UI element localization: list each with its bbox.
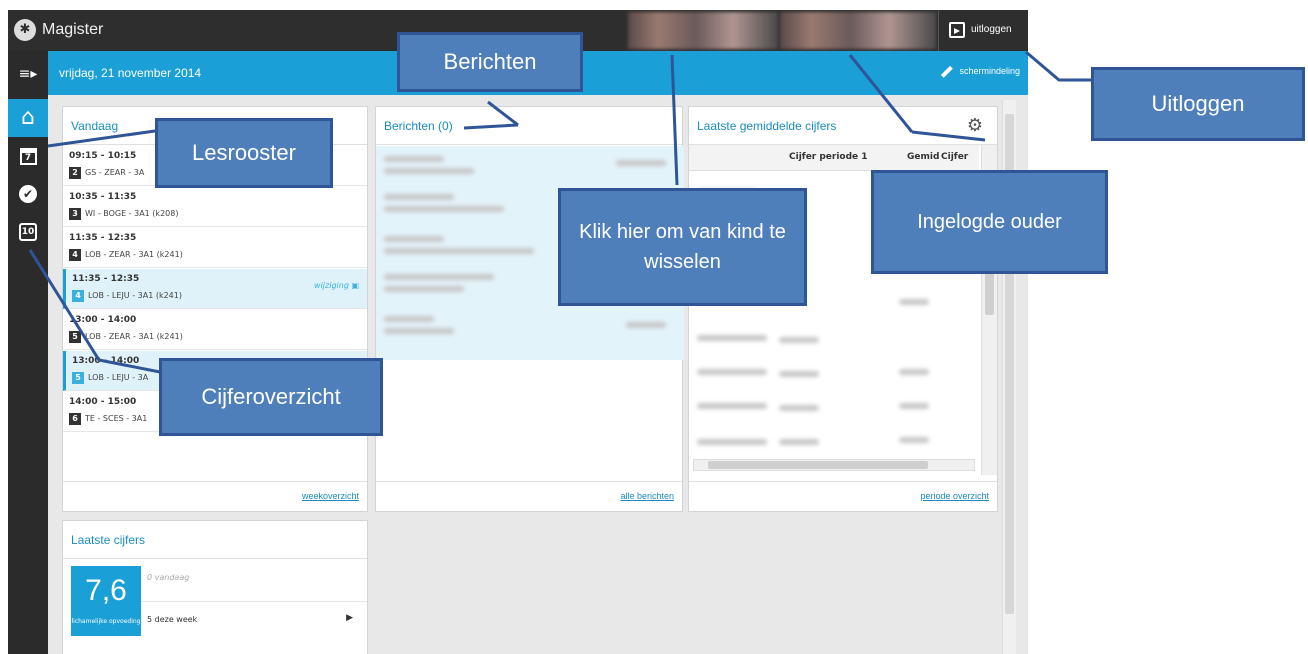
messages-title: Berichten (0) (384, 119, 453, 133)
pencil-icon (937, 62, 957, 81)
averages-grid-header: Cijfer periode 1 Gemid Cijfer (689, 145, 979, 171)
messages-panel-header: Berichten (0) (376, 107, 682, 145)
logout-label: uitloggen (971, 24, 1012, 35)
lesson-description: GS - ZEAR - 3A (85, 168, 145, 177)
col-period-1: Cijfer periode 1 (789, 152, 868, 162)
lesson-description: LOB - LEJU - 3A (88, 373, 149, 382)
lesson-row[interactable]: 13:00 - 14:00 5 LOB - ZEAR - 3A1 (k241) (63, 310, 367, 350)
col-grade: Cijfer (941, 152, 969, 162)
messages-panel: Berichten (0) alle berichten (375, 106, 684, 512)
lesson-hour-badge: 5 (72, 372, 84, 384)
all-messages-link[interactable]: alle berichten (620, 491, 674, 501)
chevron-right-icon[interactable]: ▶ (346, 613, 353, 623)
messages-panel-footer: alle berichten (376, 481, 682, 511)
grades-this-week[interactable]: 5 deze week (147, 615, 197, 624)
lesson-row[interactable]: 10:35 - 11:35 3 WI - BOGE - 3A1 (k208) (63, 187, 367, 227)
child-switcher[interactable] (628, 12, 778, 49)
lesson-description: TE - SCES - 3A1 (85, 414, 148, 423)
latest-grades-title: Laatste cijfers (71, 533, 146, 547)
screen-layout-button[interactable]: schermindeling (937, 62, 1020, 81)
today-panel-footer: weekoverzicht (63, 481, 367, 511)
settings-gear-icon[interactable]: ⚙ (967, 115, 983, 136)
change-tag: wijziging ▣ (314, 281, 359, 290)
check-icon[interactable]: ✔ (8, 175, 48, 213)
lesson-hour-badge: 3 (69, 208, 81, 220)
lesson-row[interactable]: 11:35 - 12:35 4 LOB - LEJU - 3A1 (k241) wij… (63, 269, 367, 309)
averages-title: Laatste gemiddelde cijfers (697, 119, 837, 133)
lesson-time: 10:35 - 11:35 (69, 192, 137, 202)
logged-in-parent (780, 12, 936, 49)
magister-app: ✱ Magister uitloggen ≡▸ ⌂ 7 ✔ 10 vrijdag… (8, 10, 1028, 654)
averages-panel-footer: periode overzicht (689, 481, 997, 511)
lesson-time: 13:00 - 14:00 (69, 315, 137, 325)
app-title: Magister (42, 21, 104, 38)
home-icon[interactable]: ⌂ (8, 99, 48, 137)
col-average: Gemid (907, 152, 940, 162)
current-date: vrijdag, 21 november 2014 (59, 66, 202, 80)
grade-value: 7,6 (85, 574, 127, 607)
logout-icon (949, 22, 965, 38)
lesson-hour-badge: 4 (72, 290, 84, 302)
callout-berichten: Berichten (397, 32, 583, 92)
calendar-icon[interactable]: 7 (8, 137, 48, 175)
callout-klik: Klik hier om van kind te wisselen (558, 188, 807, 306)
lesson-description: LOB - ZEAR - 3A1 (k241) (85, 332, 183, 341)
week-overview-link[interactable]: weekoverzicht (302, 491, 359, 501)
period-overview-link[interactable]: periode overzicht (920, 491, 989, 501)
averages-panel: Laatste gemiddelde cijfers ⚙ Cijfer peri… (688, 106, 998, 512)
lesson-description: WI - BOGE - 3A1 (k208) (85, 209, 179, 218)
lesson-hour-badge: 6 (69, 413, 81, 425)
logout-button[interactable]: uitloggen (938, 10, 1028, 51)
callout-cijferoverzicht: Cijferoverzicht (159, 358, 383, 436)
lesson-description: LOB - LEJU - 3A1 (k241) (88, 291, 182, 300)
lesson-time: 11:35 - 12:35 (69, 233, 137, 243)
lesson-row[interactable]: 11:35 - 12:35 4 LOB - ZEAR - 3A1 (k241) (63, 228, 367, 268)
averages-panel-header: Laatste gemiddelde cijfers ⚙ (689, 107, 997, 145)
lesson-hour-badge: 2 (69, 167, 81, 179)
line-uitloggen (1025, 50, 1094, 82)
lesson-time: 14:00 - 15:00 (69, 397, 137, 407)
lesson-time: 11:35 - 12:35 (72, 274, 140, 284)
lesson-description: LOB - ZEAR - 3A1 (k241) (85, 250, 183, 259)
callout-ingelogde-ouder: Ingelogde ouder (871, 170, 1108, 274)
latest-grades-header: Laatste cijfers (63, 521, 367, 559)
today-title: Vandaag (71, 119, 119, 133)
screen-layout-label: schermindeling (959, 65, 1020, 76)
menu-icon[interactable]: ≡▸ (8, 55, 48, 93)
callout-uitloggen: Uitloggen (1091, 67, 1305, 141)
grade-tile[interactable]: 7,6 lichamelijke opvoeding (71, 566, 141, 636)
grade-subject: lichamelijke opvoeding (71, 618, 141, 625)
lesson-hour-badge: 5 (69, 331, 81, 343)
callout-lesrooster: Lesrooster (155, 118, 333, 188)
lesson-time: 13:00 - 14:00 (72, 356, 140, 366)
lesson-hour-badge: 4 (69, 249, 81, 261)
lesson-time: 09:15 - 10:15 (69, 151, 137, 161)
latest-grades-panel: Laatste cijfers 7,6 lichamelijke opvoedi… (62, 520, 368, 654)
grades-icon[interactable]: 10 (8, 213, 48, 251)
horizontal-scrollbar[interactable] (693, 459, 975, 471)
magister-logo-icon: ✱ (14, 19, 36, 41)
change-icon: ▣ (351, 281, 359, 290)
grades-today: 0 vandaag (147, 573, 190, 582)
sidebar: ≡▸ ⌂ 7 ✔ 10 (8, 51, 48, 654)
